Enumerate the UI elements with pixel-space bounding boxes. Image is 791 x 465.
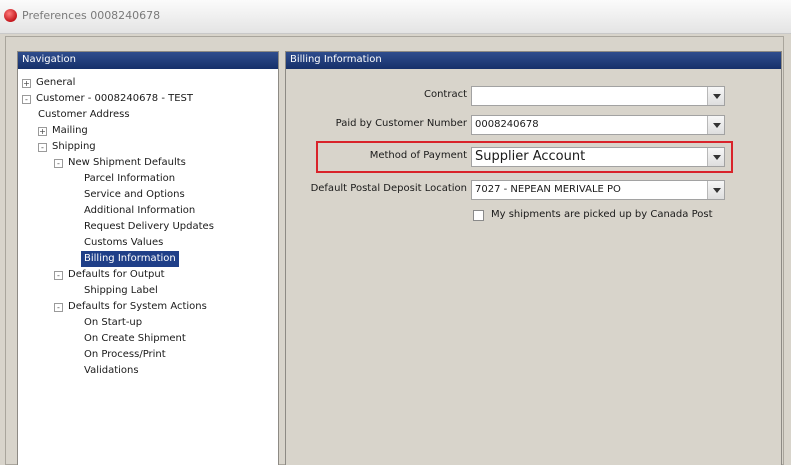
tree-item-service-and-options[interactable]: Service and Options [84,187,185,203]
tree-item-label: Mailing [52,125,88,136]
tree-item-label: Customer - 0008240678 - TEST [36,93,194,104]
tree-item-label: Service and Options [84,189,185,200]
collapse-icon[interactable]: - [38,142,47,152]
paid-by-customer-number-dropdown[interactable]: 0008240678 [471,115,725,135]
expand-icon[interactable]: + [22,78,31,88]
chevron-down-icon[interactable] [707,181,724,199]
pickup-checkbox-label[interactable]: My shipments are picked up by Canada Pos… [491,209,713,220]
default-postal-deposit-location-value: 7027 - NEPEAN MERIVALE PO [475,184,621,195]
tree-item-label: New Shipment Defaults [68,157,186,168]
chevron-down-icon[interactable] [707,148,724,166]
method-of-payment-label-row: Method of Payment [286,147,467,167]
tree-item-label: Request Delivery Updates [84,221,214,232]
tree-item-label: Shipping Label [84,285,158,296]
default-postal-deposit-location-label: Default Postal Deposit Location [310,183,467,194]
tree-item-request-delivery-updates[interactable]: Request Delivery Updates [84,219,214,235]
paid-by-customer-number-label: Paid by Customer Number [335,118,467,129]
tree-item-label: Additional Information [84,205,196,216]
chevron-down-icon[interactable] [707,87,724,105]
expand-icon[interactable]: + [38,126,47,136]
tree-item-label: Customs Values [84,237,164,248]
navigation-panel: Navigation + General - Customer - 000824… [17,51,279,465]
navigation-header: Navigation [18,52,278,69]
tree-item-defaults-for-output[interactable]: - Defaults for Output [54,267,165,283]
tree-item-label: On Process/Print [84,349,166,360]
collapse-icon[interactable]: - [54,270,63,280]
collapse-icon[interactable]: - [22,94,31,104]
tree-item-shipping-label[interactable]: Shipping Label [84,283,158,299]
tree-item-on-process-print[interactable]: On Process/Print [84,347,166,363]
default-postal-deposit-location-dropdown[interactable]: 7027 - NEPEAN MERIVALE PO [471,180,725,200]
tree-item-customer-address[interactable]: Customer Address [38,107,130,123]
tree-item-customs-values[interactable]: Customs Values [84,235,163,251]
tree-item-on-create-shipment[interactable]: On Create Shipment [84,331,186,347]
contract-label: Contract [423,89,467,100]
tree-item-defaults-for-system-actions[interactable]: - Defaults for System Actions [54,299,207,315]
tree-item-shipping[interactable]: - Shipping [38,139,96,155]
preferences-window: Navigation + General - Customer - 000824… [5,36,784,465]
pickup-checkbox[interactable] [473,210,484,221]
method-of-payment-dropdown[interactable]: Supplier Account [471,147,725,167]
tree-item-label: Customer Address [38,109,130,120]
tree-item-validations[interactable]: Validations [84,363,139,379]
tree-item-label: On Start-up [84,317,143,328]
tree-item-mailing[interactable]: + Mailing [38,123,88,139]
collapse-icon[interactable]: - [54,158,63,168]
tree-item-label: On Create Shipment [84,333,186,344]
app-logo-icon [4,9,17,22]
tree-item-label: Defaults for Output [68,269,165,280]
window-title: Preferences 0008240678 [22,9,161,22]
billing-information-panel: Billing Information Contract Paid by Cus… [285,51,782,465]
chevron-down-icon[interactable] [707,116,724,134]
contract-label-row: Contract [286,86,467,106]
collapse-icon[interactable]: - [54,302,63,312]
tree-item-on-start-up[interactable]: On Start-up [84,315,142,331]
tree-item-parcel-information[interactable]: Parcel Information [84,171,175,187]
tree-item-billing-information[interactable]: Billing Information [81,251,179,267]
tree-item-label: General [36,77,76,88]
tree-item-label: Parcel Information [84,173,176,184]
tree-item-customer[interactable]: - Customer - 0008240678 - TEST [22,91,193,107]
tree-item-additional-information[interactable]: Additional Information [84,203,195,219]
paid-by-label-row: Paid by Customer Number [286,115,467,135]
method-of-payment-label: Method of Payment [369,150,467,161]
tree-item-label: Defaults for System Actions [68,301,207,312]
deposit-location-label-row: Default Postal Deposit Location [286,180,467,200]
tree-item-label: Billing Information [81,251,179,267]
method-of-payment-value: Supplier Account [475,149,586,164]
contract-dropdown[interactable] [471,86,725,106]
billing-information-header: Billing Information [286,52,781,69]
tree-item-new-shipment-defaults[interactable]: - New Shipment Defaults [54,155,186,171]
tree-item-general[interactable]: + General [22,75,75,91]
tree-item-label: Validations [84,365,139,376]
paid-by-customer-number-value: 0008240678 [475,119,539,130]
title-bar: Preferences 0008240678 [0,0,791,34]
tree-item-label: Shipping [52,141,96,152]
